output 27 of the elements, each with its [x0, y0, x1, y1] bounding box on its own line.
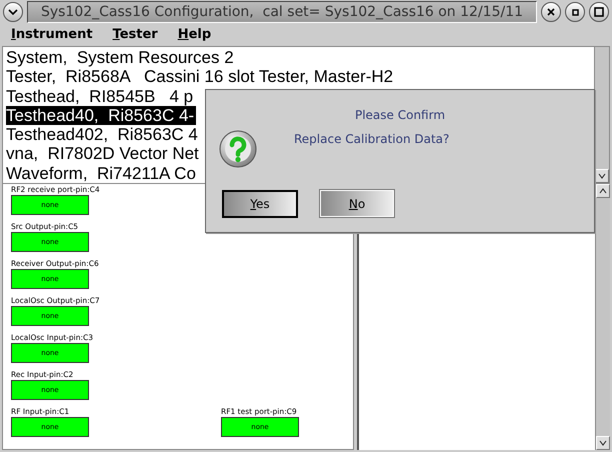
menu-item[interactable]: Help — [178, 26, 212, 42]
maximize-button[interactable] — [589, 2, 609, 22]
scroll-down-button[interactable] — [596, 436, 610, 450]
dialog-title: Please Confirm — [354, 108, 446, 122]
dialog-button[interactable]: Yes — [222, 190, 298, 218]
instrument-list-item[interactable]: Tester, Ri8568A Cassini 16 slot Tester, Master-H2 — [6, 67, 396, 87]
instrument-list-item[interactable]: Testhead, RI8545B 4 p — [6, 86, 196, 106]
square-icon — [594, 7, 604, 17]
dialog-message: Replace Calibration Data? — [294, 132, 450, 146]
scroll-down-button[interactable] — [595, 169, 609, 183]
menu-item[interactable]: Tester — [112, 26, 158, 42]
window-title: Sys102_Cass16 Configuration, cal set= Sys102_Cass16 on 12/15/11 — [27, 1, 537, 23]
close-icon — [547, 8, 555, 16]
dialog-button[interactable]: No — [320, 190, 394, 217]
question-mark-icon — [219, 130, 257, 168]
instrument-list-item[interactable]: Testhead402, Ri8563C 4 — [6, 125, 200, 144]
minimize-button[interactable] — [565, 2, 585, 22]
scroll-up-button[interactable] — [596, 184, 610, 198]
window-menu-button[interactable] — [3, 2, 23, 22]
instrument-list-item[interactable]: Waveform, Ri74211A Co — [6, 164, 198, 183]
close-button[interactable] — [541, 2, 561, 22]
instrument-list-item[interactable]: Testhead40, Ri8563C 4- — [6, 106, 196, 126]
small-square-icon — [572, 8, 578, 16]
instrument-list-item[interactable]: System, System Resources 2 — [6, 48, 236, 68]
chevron-down-icon — [8, 8, 18, 16]
instrument-list-item[interactable]: vna, RI7802D Vector Net — [6, 144, 201, 164]
menu-item[interactable]: Instrument — [11, 26, 93, 42]
